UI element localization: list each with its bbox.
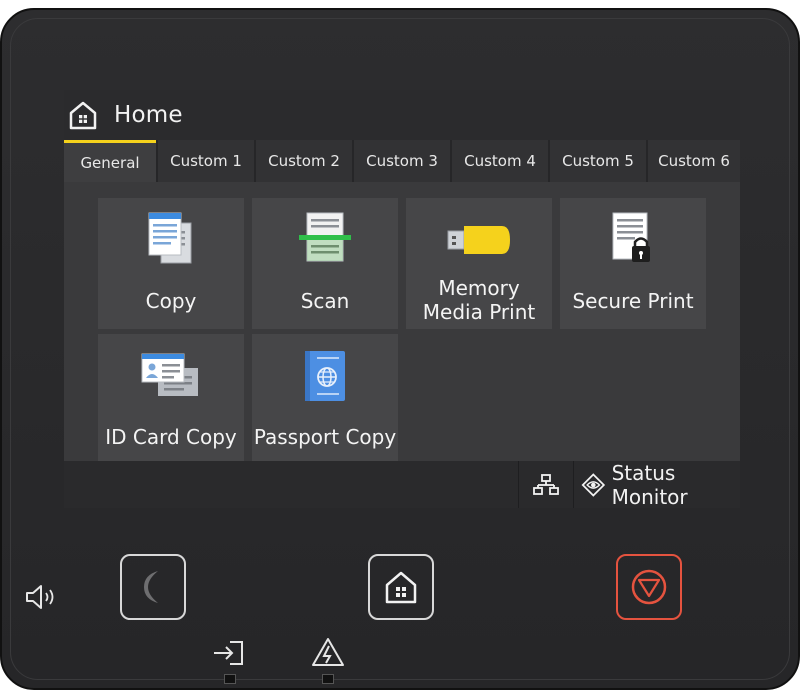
data-indicator-icon — [212, 638, 246, 674]
error-indicator-icon — [311, 636, 345, 672]
status-monitor-button[interactable]: Status Monitor — [573, 460, 740, 509]
tab-custom-1[interactable]: Custom 1 — [156, 140, 254, 182]
scan-button[interactable]: Scan — [252, 198, 398, 329]
volume-icon — [24, 582, 60, 617]
tile-label: Scan — [300, 289, 350, 313]
tile-label-line-1: Memory — [438, 276, 520, 300]
tab-general[interactable]: General — [64, 140, 156, 182]
network-button[interactable] — [518, 461, 574, 508]
stop-icon — [631, 569, 667, 605]
tile-label: ID Card Copy — [105, 425, 237, 449]
tile-label: Copy — [145, 289, 197, 313]
tab-custom-2[interactable]: Custom 2 — [254, 140, 352, 182]
tab-custom-3[interactable]: Custom 3 — [352, 140, 450, 182]
secure-print-button[interactable]: Secure Print — [560, 198, 706, 329]
error-led — [322, 674, 334, 684]
page-title: Home — [114, 102, 183, 128]
tab-custom-4[interactable]: Custom 4 — [450, 140, 548, 182]
home-button[interactable] — [368, 554, 434, 620]
function-grid: Copy Scan Memory Media Print Secure Prin… — [64, 182, 740, 465]
data-led — [224, 674, 236, 684]
passport-icon — [252, 344, 398, 408]
tile-label: Passport Copy — [253, 425, 397, 449]
usb-drive-icon — [406, 208, 552, 272]
id-card-icon — [98, 344, 244, 408]
tab-custom-6[interactable]: Custom 6 — [646, 140, 740, 182]
home-icon — [69, 101, 97, 130]
sleep-button[interactable] — [120, 554, 186, 620]
status-bar: Status Monitor — [64, 460, 740, 509]
copy-button[interactable]: Copy — [98, 198, 244, 329]
tab-bar: General Custom 1 Custom 2 Custom 3 Custo… — [64, 140, 740, 182]
id-card-copy-button[interactable]: ID Card Copy — [98, 334, 244, 465]
passport-copy-button[interactable]: Passport Copy — [252, 334, 398, 465]
tab-custom-5[interactable]: Custom 5 — [548, 140, 646, 182]
status-monitor-icon — [581, 472, 606, 497]
stop-button[interactable] — [616, 554, 682, 620]
touch-screen: Home General Custom 1 Custom 2 Custom 3 … — [64, 90, 740, 509]
secure-print-icon — [560, 208, 706, 272]
title-bar: Home — [64, 90, 740, 142]
printer-control-panel: Home General Custom 1 Custom 2 Custom 3 … — [0, 8, 800, 690]
scan-icon — [252, 208, 398, 272]
home-icon — [385, 571, 417, 604]
tile-label-line-2: Media Print — [422, 300, 536, 324]
memory-media-print-button[interactable]: Memory Media Print — [406, 198, 552, 329]
network-icon — [533, 473, 559, 495]
copy-icon — [98, 208, 244, 272]
sleep-icon — [144, 571, 158, 603]
status-monitor-label: Status Monitor — [611, 460, 688, 509]
tile-label: Memory Media Print — [406, 276, 552, 324]
tile-label: Secure Print — [572, 289, 694, 313]
